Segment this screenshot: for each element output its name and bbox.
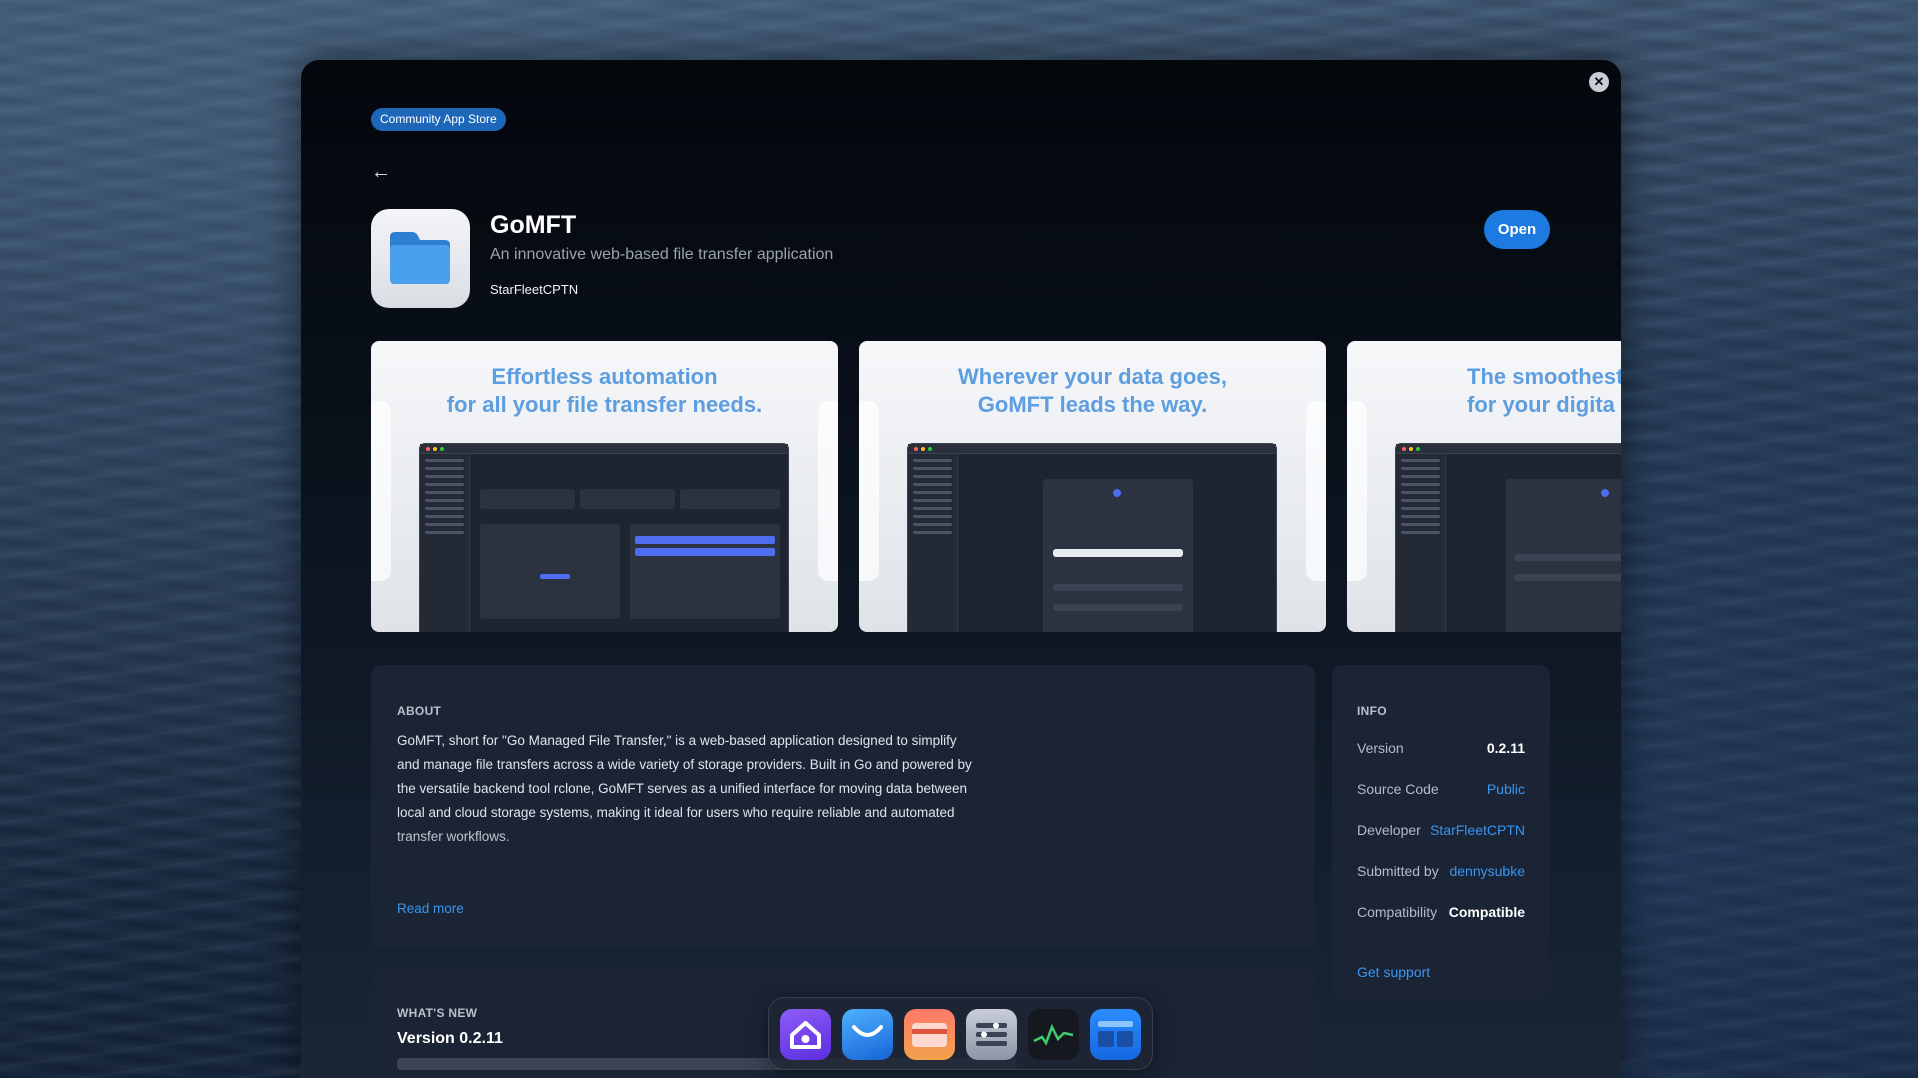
- close-icon[interactable]: ✕: [1589, 72, 1609, 92]
- screenshot-decoration: [818, 401, 838, 581]
- settings-app-icon[interactable]: [966, 1009, 1017, 1060]
- screenshot-mock-window: [419, 443, 789, 632]
- info-row-submitted-by: Submitted by dennysubke: [1357, 863, 1525, 883]
- screenshot-decoration: [859, 401, 879, 581]
- about-heading: ABOUT: [397, 704, 442, 718]
- screenshot-1[interactable]: Effortless automation for all your file …: [371, 341, 838, 632]
- info-heading: INFO: [1357, 704, 1387, 718]
- screenshot-decoration: [371, 401, 391, 581]
- info-label: Source Code: [1357, 781, 1439, 797]
- dashboard-app-icon[interactable]: [1090, 1009, 1141, 1060]
- source-code-link[interactable]: Public: [1487, 781, 1525, 797]
- info-value: 0.2.11: [1486, 740, 1525, 756]
- home-app-icon[interactable]: [780, 1009, 831, 1060]
- folder-icon: [390, 232, 450, 284]
- screenshot-mock-window: [1395, 443, 1621, 632]
- wallet-app-icon[interactable]: [904, 1009, 955, 1060]
- screenshot-caption: Effortless automation for all your file …: [446, 364, 763, 417]
- app-icon: [371, 209, 470, 308]
- info-card: INFO Version 0.2.11 Source Code Public D…: [1332, 665, 1550, 1000]
- app-title: GoMFT: [490, 211, 577, 239]
- app-tagline: An innovative web-based file transfer ap…: [490, 246, 834, 263]
- submitter-link[interactable]: dennysubke: [1449, 863, 1525, 879]
- screenshot-decoration: [1347, 401, 1367, 581]
- info-label: Developer: [1357, 822, 1421, 838]
- open-button[interactable]: Open: [1484, 210, 1550, 249]
- screenshot-mock-window: [907, 443, 1277, 632]
- info-label: Submitted by: [1357, 863, 1439, 879]
- community-app-store-badge[interactable]: Community App Store: [371, 108, 506, 131]
- dock: [768, 997, 1153, 1070]
- info-row-version: Version 0.2.11: [1357, 740, 1525, 760]
- screenshot-3[interactable]: The smoothest for your digita: [1347, 341, 1621, 632]
- info-row-developer: Developer StarFleetCPTN: [1357, 822, 1525, 842]
- read-more-link[interactable]: Read more: [397, 901, 464, 916]
- info-row-compatibility: Compatibility Compatible: [1357, 904, 1525, 924]
- screenshot-caption: Wherever your data goes, GoMFT leads the…: [958, 364, 1227, 417]
- about-card: ABOUT GoMFT, short for "Go Managed File …: [371, 665, 1315, 949]
- mail-app-icon[interactable]: [842, 1009, 893, 1060]
- app-developer[interactable]: StarFleetCPTN: [490, 282, 578, 297]
- screenshot-caption: The smoothest for your digita: [1467, 364, 1621, 417]
- whats-new-version: Version 0.2.11: [397, 1030, 503, 1047]
- info-row-source-code: Source Code Public: [1357, 781, 1525, 801]
- about-fade-overlay: [397, 825, 977, 865]
- whats-new-heading: WHAT'S NEW: [397, 1006, 478, 1020]
- activity-monitor-icon[interactable]: [1028, 1009, 1079, 1060]
- screenshot-decoration: [1306, 401, 1326, 581]
- info-label: Version: [1357, 740, 1404, 756]
- app-store-modal: ✕ Community App Store ← GoMFT An innovat…: [301, 60, 1621, 1078]
- info-value: Compatible: [1448, 904, 1525, 920]
- info-label: Compatibility: [1357, 904, 1438, 920]
- developer-link[interactable]: StarFleetCPTN: [1430, 822, 1525, 838]
- get-support-link[interactable]: Get support: [1357, 964, 1430, 980]
- screenshot-2[interactable]: Wherever your data goes, GoMFT leads the…: [859, 341, 1326, 632]
- back-arrow-icon[interactable]: ←: [371, 160, 395, 184]
